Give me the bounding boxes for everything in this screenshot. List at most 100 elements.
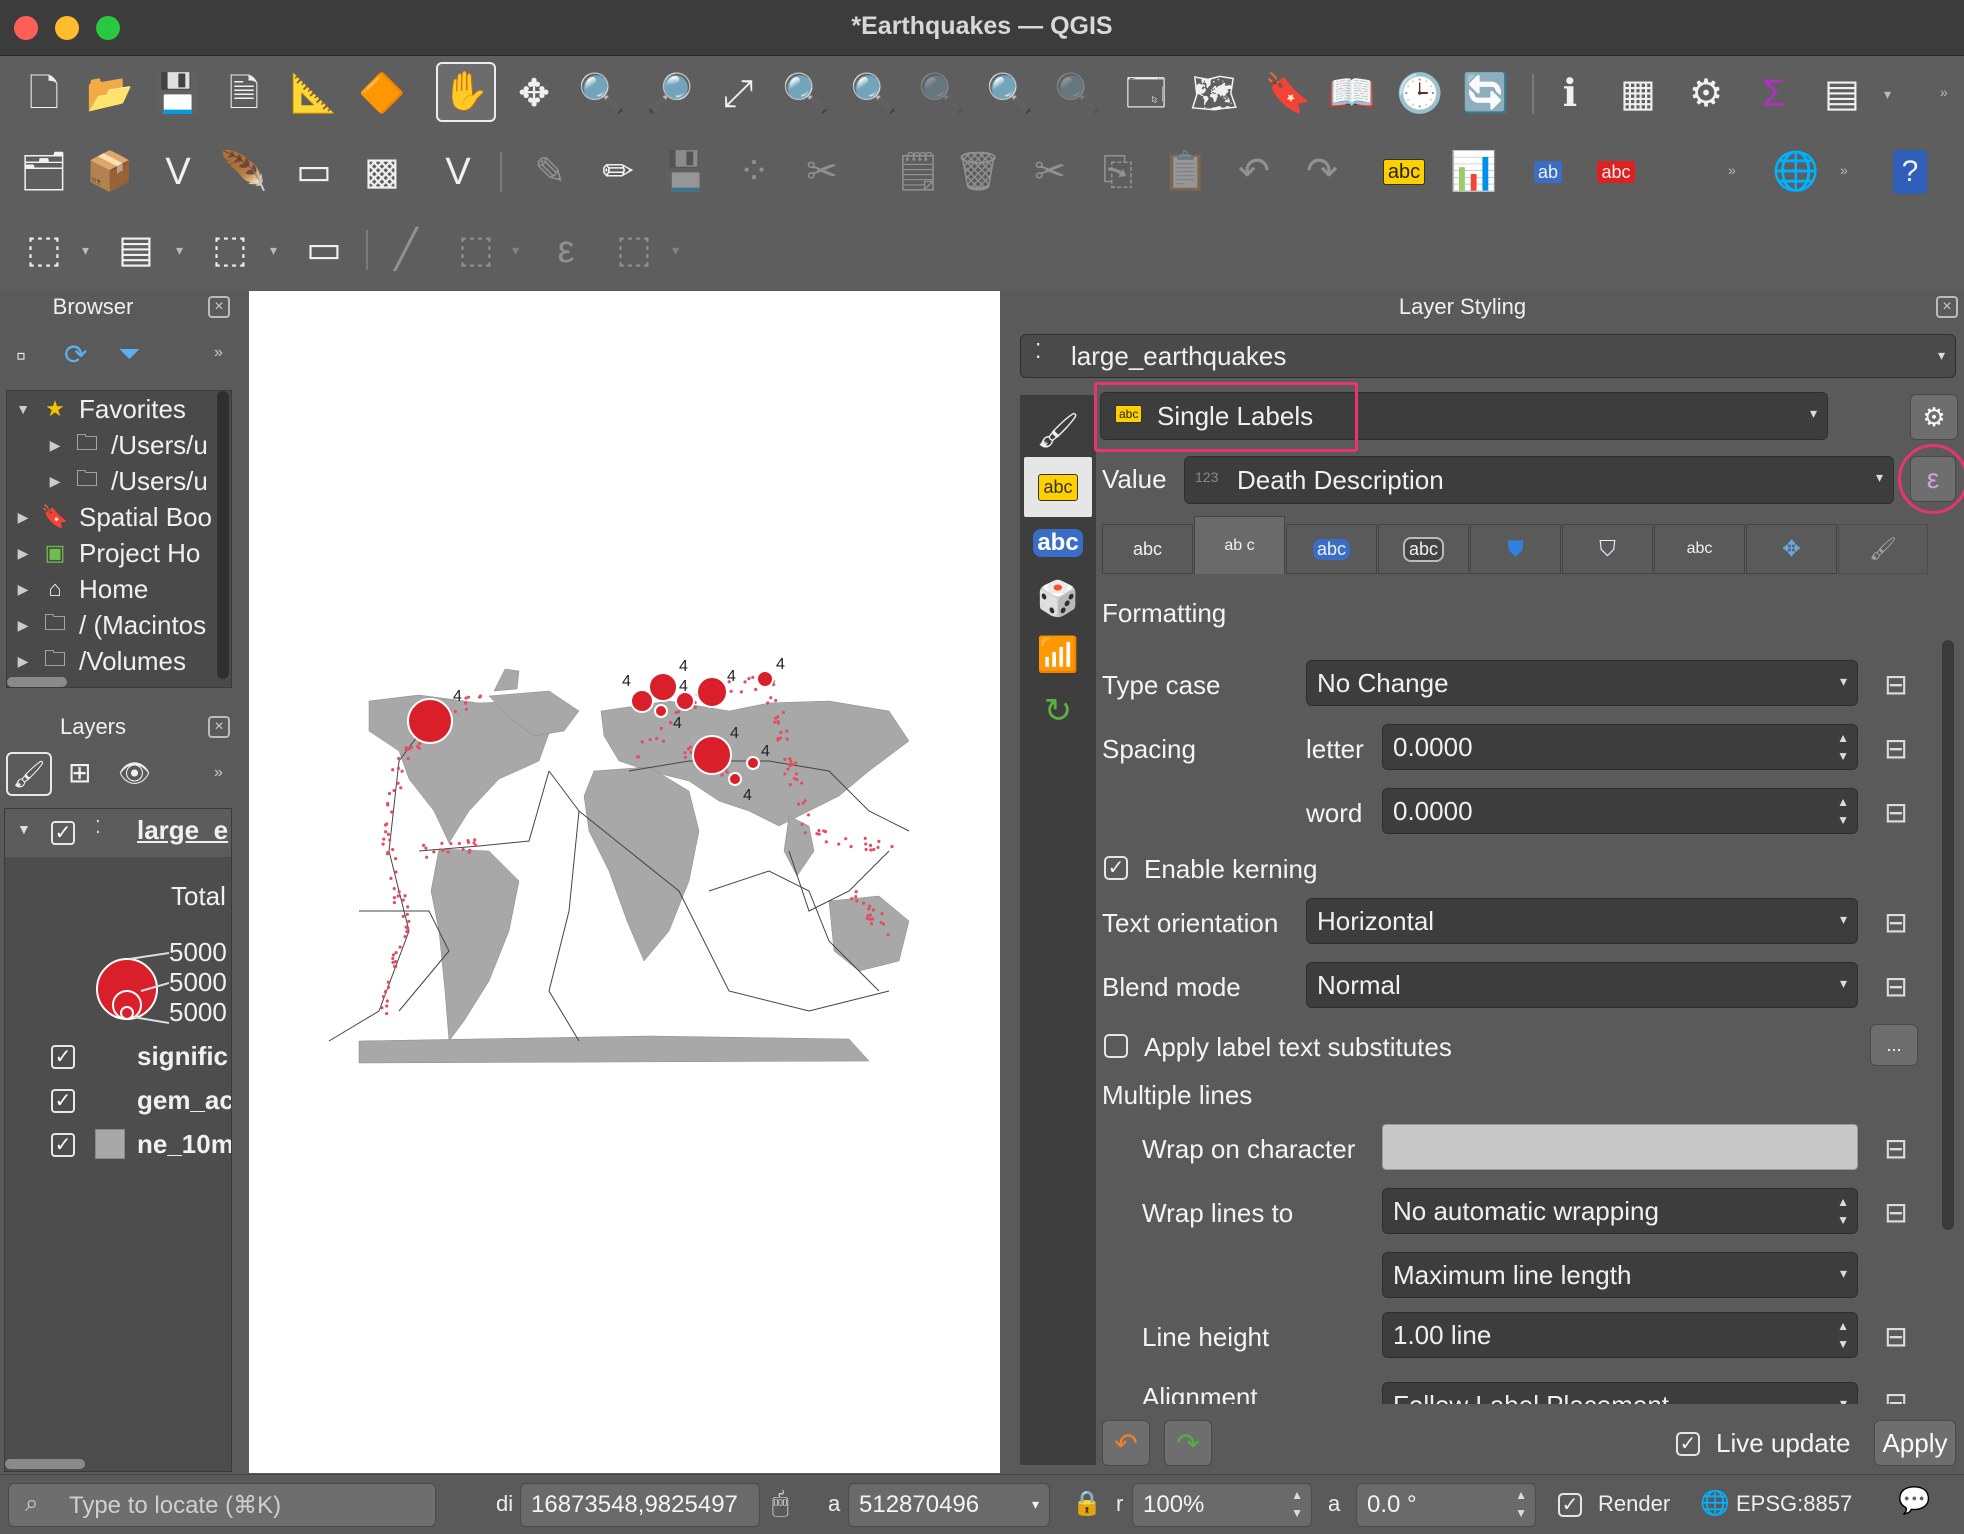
history-tab-icon[interactable]: ↻ bbox=[1024, 681, 1092, 741]
shadow-tab-icon[interactable]: ⛉ bbox=[1562, 524, 1653, 574]
spinbox-arrows-icon[interactable]: ▲ ▼ bbox=[1515, 1486, 1527, 1522]
statistics-sum-icon[interactable]: Σ bbox=[1744, 64, 1804, 124]
data-defined-override-icon[interactable]: ⊟ bbox=[1874, 1384, 1918, 1405]
spinbox-arrows-icon[interactable]: ▲ ▼ bbox=[1291, 1486, 1303, 1522]
browser-item-favorites[interactable]: ▼ ★ Favorites bbox=[7, 391, 231, 427]
data-defined-override-icon[interactable]: ⊟ bbox=[1874, 730, 1918, 766]
style-manager-icon[interactable]: 🔶 bbox=[352, 64, 412, 124]
labeling-rules-gear-icon[interactable]: ⚙ bbox=[1910, 394, 1958, 440]
buffer-tab-icon[interactable]: abc bbox=[1286, 524, 1377, 574]
blend-mode-combo[interactable]: Normal ▾ bbox=[1306, 962, 1858, 1008]
new-virtual-layer-icon[interactable]: ▩ bbox=[352, 142, 412, 202]
browser-item-users-1[interactable]: ▶ 🗀/Users/u bbox=[7, 427, 231, 463]
word-spacing-input[interactable]: 0.0000 ▲ ▼ bbox=[1382, 788, 1858, 834]
zoom-next-icon[interactable]: 🔍 bbox=[1048, 64, 1108, 124]
paste-features-icon[interactable]: 📋 bbox=[1156, 142, 1216, 202]
labels-tab-icon[interactable]: abc bbox=[1024, 457, 1092, 517]
data-defined-override-icon[interactable]: ⊟ bbox=[1874, 1318, 1918, 1354]
crs-globe-icon[interactable]: 🌐 bbox=[1700, 1489, 1730, 1518]
chevron-down-icon[interactable]: ▾ bbox=[512, 242, 519, 259]
new-print-layout-icon[interactable]: 🗎 bbox=[214, 64, 274, 124]
background-tab-icon[interactable]: ⛊ bbox=[1470, 524, 1561, 574]
browser-item-project-home[interactable]: ▶ ▣ Project Ho bbox=[7, 535, 231, 571]
digitize-icon[interactable]: ⁘ bbox=[724, 142, 784, 202]
placement-tab-icon[interactable]: ✥ bbox=[1746, 524, 1837, 574]
apply-substitutes-checkbox[interactable] bbox=[1104, 1034, 1128, 1058]
measure-line-icon[interactable]: ╱ bbox=[376, 220, 436, 280]
collapsed-arrow-icon[interactable]: ▶ bbox=[7, 617, 39, 634]
data-defined-override-icon[interactable]: ⊟ bbox=[1874, 794, 1918, 830]
data-defined-override-icon[interactable]: ⊟ bbox=[1874, 904, 1918, 940]
zoom-to-selection-icon[interactable]: 🔍 bbox=[776, 64, 836, 124]
close-icon[interactable]: × bbox=[208, 716, 230, 738]
formatting-tab-icon[interactable]: ab c bbox=[1194, 516, 1285, 574]
browser-item-users-2[interactable]: ▶ 🗀/Users/u bbox=[7, 463, 231, 499]
select-by-location-icon[interactable]: ▭ bbox=[294, 220, 354, 280]
layer-name-ne-10m[interactable]: ne_10m bbox=[137, 1129, 231, 1160]
new-spatialite-icon[interactable]: 🪶 bbox=[214, 142, 274, 202]
redo-icon[interactable]: ↷ bbox=[1164, 1420, 1212, 1466]
substitutes-settings-button[interactable]: ... bbox=[1870, 1024, 1918, 1066]
diagrams-tab-icon[interactable]: 📶 bbox=[1024, 625, 1092, 685]
new-map-view-icon[interactable]: 🗔 bbox=[1116, 64, 1176, 124]
collapsed-arrow-icon[interactable]: ▶ bbox=[39, 473, 71, 490]
messages-icon[interactable]: 💬 bbox=[1898, 1485, 1930, 1516]
toolbar-overflow-icon[interactable]: » bbox=[1840, 162, 1848, 178]
collapsed-arrow-icon[interactable]: ▶ bbox=[39, 437, 71, 454]
new-3d-view-icon[interactable]: 🗺 bbox=[1184, 64, 1244, 124]
enable-kerning-checkbox[interactable]: ✓ bbox=[1104, 856, 1128, 880]
scale-combo[interactable]: 512870496 ▾ bbox=[848, 1483, 1050, 1527]
toggle-extents-icon[interactable]: 🖱 bbox=[772, 1487, 789, 1520]
visibility-eye-icon[interactable]: 👁 bbox=[118, 758, 151, 789]
text-annotation-icon[interactable]: ε bbox=[536, 220, 596, 280]
data-source-manager-icon[interactable]: 🗂 bbox=[14, 142, 74, 202]
annotation-icon[interactable]: ⬚ bbox=[446, 220, 506, 280]
spinbox-arrows-icon[interactable]: ▲ ▼ bbox=[1837, 729, 1849, 765]
toolbar-overflow-icon[interactable]: » bbox=[1728, 162, 1736, 178]
value-field-combo[interactable]: 123 Death Description ▾ bbox=[1184, 456, 1894, 504]
spinbox-arrows-icon[interactable]: ▲ ▼ bbox=[1837, 1317, 1849, 1353]
letter-spacing-input[interactable]: 0.0000 ▲ ▼ bbox=[1382, 724, 1858, 770]
select-features-icon[interactable]: ⬚ bbox=[14, 220, 74, 280]
pan-to-selection-icon[interactable]: ✥ bbox=[504, 64, 564, 124]
chevron-down-icon[interactable]: ▾ bbox=[1884, 86, 1891, 103]
show-bookmarks-icon[interactable]: 📖 bbox=[1322, 64, 1382, 124]
new-bookmark-icon[interactable]: 🔖 bbox=[1258, 64, 1318, 124]
spinbox-arrows-icon[interactable]: ▲ ▼ bbox=[1837, 1193, 1849, 1229]
new-geopackage-icon[interactable]: 📦 bbox=[80, 142, 140, 202]
rotation-input[interactable]: 0.0 ° ▲ ▼ bbox=[1356, 1483, 1536, 1527]
add-group-icon[interactable]: ⊞ bbox=[68, 756, 91, 789]
modify-attributes-icon[interactable]: 🗒 bbox=[888, 142, 948, 202]
close-icon[interactable]: × bbox=[208, 296, 230, 318]
text-tab-icon[interactable]: abc bbox=[1102, 524, 1193, 574]
cut-features-icon[interactable]: ✂ bbox=[1020, 142, 1080, 202]
data-defined-override-icon[interactable]: ⊟ bbox=[1874, 666, 1918, 702]
zoom-full-icon[interactable]: ⤢ bbox=[708, 64, 768, 124]
open-project-icon[interactable]: 📂 bbox=[80, 64, 140, 124]
save-project-icon[interactable]: 💾 bbox=[148, 64, 208, 124]
add-vector-layer-icon[interactable]: V bbox=[428, 142, 488, 202]
pan-map-icon[interactable]: ✋ bbox=[436, 62, 496, 122]
refresh-icon[interactable]: ⟳ bbox=[64, 338, 87, 371]
world-map[interactable]: 4 4 4 4 4 4 4 4 4 4 bbox=[249, 291, 1000, 1473]
live-update-checkbox[interactable]: ✓ bbox=[1676, 1432, 1700, 1456]
save-edits-icon[interactable]: 💾 bbox=[656, 142, 716, 202]
zoom-native-icon[interactable]: 🔍 bbox=[912, 64, 972, 124]
attribute-table-icon[interactable]: ▤ bbox=[1812, 64, 1872, 124]
render-checkbox[interactable]: ✓ bbox=[1558, 1493, 1582, 1517]
chevron-down-icon[interactable]: ▾ bbox=[176, 242, 183, 259]
rendering-tab-icon[interactable]: 🖌 bbox=[1838, 524, 1928, 574]
browser-item-volumes[interactable]: ▶ 🗀/Volumes bbox=[7, 643, 231, 679]
deselect-features-icon[interactable]: ⬚ bbox=[200, 220, 260, 280]
new-project-icon[interactable]: 🗋 bbox=[14, 64, 74, 124]
help-icon[interactable]: ? bbox=[1880, 142, 1940, 202]
style-panel-icon[interactable]: 🖌 bbox=[6, 752, 52, 796]
browser-item-spatial-bookmarks[interactable]: ▶ 🔖 Spatial Boo bbox=[7, 499, 231, 535]
callouts-tab-icon[interactable]: abc bbox=[1654, 524, 1745, 574]
data-defined-override-icon[interactable]: ⊟ bbox=[1874, 1194, 1918, 1230]
chevron-down-icon[interactable]: ▾ bbox=[270, 242, 277, 259]
alignment-combo[interactable]: Follow Label Placement▾ bbox=[1382, 1382, 1858, 1404]
refresh-icon[interactable]: 🔄 bbox=[1456, 64, 1516, 124]
close-icon[interactable]: × bbox=[1936, 296, 1958, 318]
data-defined-override-icon[interactable]: ⊟ bbox=[1874, 1130, 1918, 1166]
